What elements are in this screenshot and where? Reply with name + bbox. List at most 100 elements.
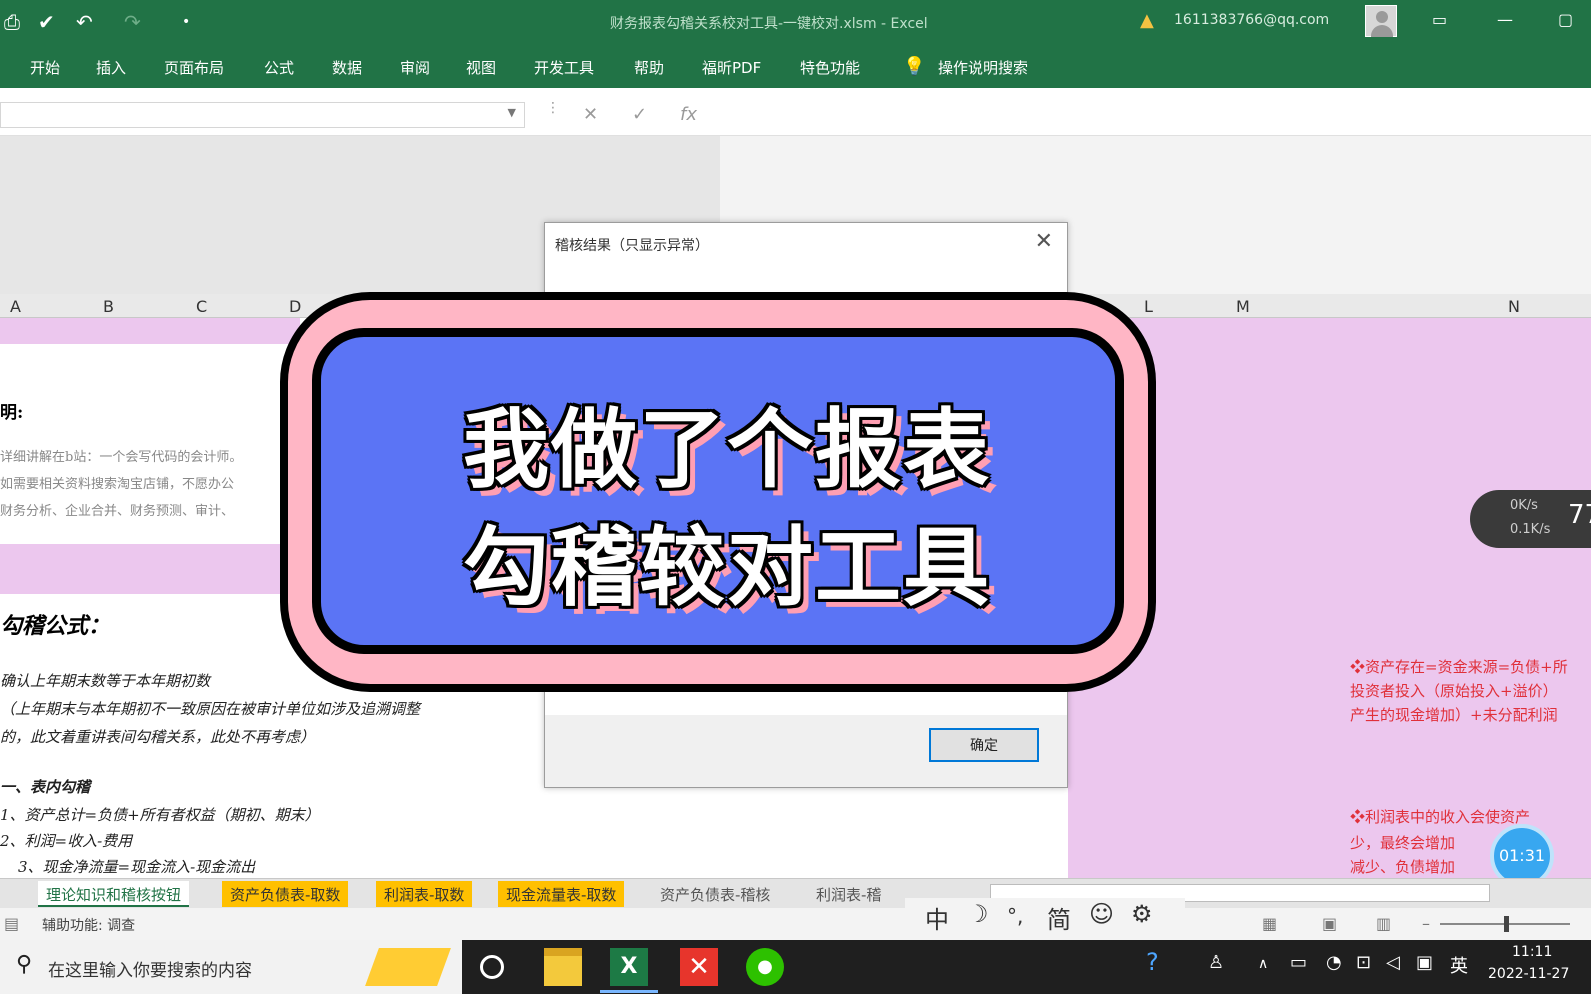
intro-heading: 明: bbox=[0, 403, 24, 423]
note-red-line: 少，最终会增加 bbox=[1350, 834, 1456, 852]
tab-formulas[interactable]: 公式 bbox=[264, 57, 294, 78]
moon-icon[interactable]: ☽ bbox=[967, 900, 989, 928]
excel-icon[interactable]: X bbox=[610, 948, 648, 986]
formula-note-line: 确认上年期末数等于本年期初数 bbox=[0, 672, 211, 690]
banner: 我做了个报表 勾稽较对工具 bbox=[312, 328, 1124, 654]
window-title: 财务报表勾稽关系校对工具-一键校对.xlsm - Excel bbox=[610, 16, 928, 32]
network-icon[interactable]: ◔ bbox=[1326, 952, 1342, 973]
help-icon[interactable]: ? bbox=[1146, 948, 1159, 976]
dialog-footer: 确定 bbox=[545, 715, 1067, 787]
lightbulb-icon[interactable]: 💡 bbox=[903, 56, 925, 77]
tab-home[interactable]: 开始 bbox=[30, 57, 60, 78]
tab-foxit-pdf[interactable]: 福昕PDF bbox=[702, 57, 761, 78]
banner-line-1: 我做了个报表 bbox=[463, 400, 991, 500]
ime-chinese[interactable]: 中 bbox=[925, 900, 949, 935]
zoom-out-icon[interactable]: – bbox=[1422, 914, 1430, 933]
formula-note-line: 一、表内勾稽 bbox=[0, 778, 91, 796]
column-header-m[interactable]: M bbox=[1236, 297, 1250, 316]
note-red-line: 产生的现金增加）+未分配利润 bbox=[1350, 706, 1558, 724]
column-header-d[interactable]: D bbox=[289, 297, 301, 316]
punctuation-icon[interactable]: °, bbox=[1007, 904, 1023, 928]
normal-view-icon[interactable]: ▦ bbox=[1262, 914, 1277, 933]
more-icon: ⋮ bbox=[546, 100, 560, 116]
wechat-icon[interactable]: ● bbox=[746, 948, 784, 986]
tab-view[interactable]: 视图 bbox=[466, 57, 496, 78]
intro-line: 如需要相关资料搜索淘宝店铺，不愿办公 bbox=[0, 477, 235, 492]
restore-button[interactable]: ▢ bbox=[1558, 10, 1573, 29]
network-speed-widget[interactable]: 0K/s 0.1K/s 77 bbox=[1470, 490, 1591, 548]
language-indicator[interactable]: 英 bbox=[1450, 952, 1468, 978]
cancel-icon[interactable]: ✕ bbox=[583, 104, 598, 125]
tab-help[interactable]: 帮助 bbox=[634, 57, 664, 78]
input-method-icon[interactable]: ▣ bbox=[1416, 952, 1433, 973]
ribbon-tabs: 开始 插入 页面布局 公式 数据 审阅 视图 开发工具 帮助 福昕PDF 特色功… bbox=[0, 46, 1591, 88]
search-input[interactable]: 在这里输入你要搜索的内容 bbox=[48, 956, 252, 981]
note-red-line: 减少、负债增加 bbox=[1350, 858, 1456, 876]
sheet-tab-theory[interactable]: 理论知识和稽核按钮 bbox=[38, 881, 190, 907]
macro-record-icon[interactable]: ▤ bbox=[4, 914, 19, 933]
sheet-tab-balance-audit[interactable]: 资产负债表-稽核 bbox=[652, 881, 778, 907]
sheet-tab-income-audit[interactable]: 利润表-稽 bbox=[808, 881, 889, 907]
accessibility-status[interactable]: 辅助功能: 调查 bbox=[42, 915, 135, 935]
x-app-icon[interactable]: ✕ bbox=[680, 948, 718, 986]
tell-me-search[interactable]: 操作说明搜索 bbox=[938, 57, 1028, 78]
ime-toolbar: 中 ☽ °, 简 ☺ ⚙ bbox=[905, 898, 1185, 936]
column-header-n[interactable]: N bbox=[1508, 297, 1520, 316]
name-box[interactable]: ▼ bbox=[0, 102, 525, 128]
lock-icon[interactable]: ⊡ bbox=[1356, 952, 1371, 973]
volume-icon[interactable]: ◁ bbox=[1386, 952, 1400, 973]
clock-time[interactable]: 11:11 bbox=[1512, 944, 1552, 960]
ribbon-display-options-icon[interactable]: ▭ bbox=[1432, 10, 1447, 29]
column-header-c[interactable]: C bbox=[196, 297, 207, 316]
tab-developer[interactable]: 开发工具 bbox=[534, 57, 594, 78]
zoom-slider-thumb[interactable] bbox=[1504, 916, 1509, 932]
formula-heading: 勾稽公式： bbox=[0, 613, 111, 639]
tab-review[interactable]: 审阅 bbox=[400, 57, 430, 78]
redo-icon[interactable]: ↷ bbox=[124, 10, 141, 34]
banner-line-2: 勾稽较对工具 bbox=[463, 518, 991, 618]
page-break-view-icon[interactable]: ▥ bbox=[1376, 914, 1391, 933]
print-preview-icon[interactable]: ⎙ bbox=[4, 10, 20, 34]
column-header-b[interactable]: B bbox=[103, 297, 114, 316]
people-icon[interactable]: ♙ bbox=[1208, 952, 1224, 973]
sheet-tab-cashflow-fetch[interactable]: 现金流量表-取数 bbox=[498, 881, 625, 907]
chevron-down-icon[interactable]: ▼ bbox=[508, 106, 516, 119]
ok-button[interactable]: 确定 bbox=[929, 728, 1039, 762]
sheet-tab-income-fetch[interactable]: 利润表-取数 bbox=[376, 881, 473, 907]
search-highlight-art bbox=[365, 948, 451, 986]
emoji-icon[interactable]: ☺ bbox=[1089, 900, 1114, 928]
file-explorer-icon[interactable] bbox=[544, 948, 582, 986]
pink-band bbox=[0, 544, 300, 594]
battery-icon[interactable]: ▭ bbox=[1290, 952, 1307, 973]
save-icon[interactable]: ✔ bbox=[38, 10, 55, 34]
download-speed: 0K/s bbox=[1510, 498, 1538, 513]
tab-insert[interactable]: 插入 bbox=[96, 57, 126, 78]
taskbar-search[interactable]: ⚲ 在这里输入你要搜索的内容 bbox=[0, 940, 462, 994]
clock-date[interactable]: 2022-11-27 bbox=[1488, 966, 1569, 982]
task-view-icon[interactable] bbox=[480, 955, 504, 979]
formula-note-line: 3、现金净流量=现金流入-现金流出 bbox=[18, 858, 256, 876]
avatar[interactable] bbox=[1365, 5, 1397, 37]
close-icon[interactable]: ✕ bbox=[1035, 229, 1053, 254]
column-header-a[interactable]: A bbox=[10, 297, 21, 316]
enter-icon[interactable]: ✓ bbox=[632, 104, 647, 125]
insert-function-icon[interactable]: fx bbox=[680, 104, 697, 125]
ime-simplified[interactable]: 简 bbox=[1047, 900, 1071, 935]
column-header-l[interactable]: L bbox=[1144, 297, 1153, 316]
note-red-line: ❖资产存在=资金来源=负债+所 bbox=[1350, 658, 1568, 676]
formula-note-line: （上年期末与本年期初不一致原因在被审计单位如涉及追溯调整 bbox=[0, 700, 421, 718]
minimize-button[interactable]: — bbox=[1497, 10, 1513, 29]
tab-data[interactable]: 数据 bbox=[332, 57, 362, 78]
tab-page-layout[interactable]: 页面布局 bbox=[164, 57, 224, 78]
account-email[interactable]: 1611383766@qq.com bbox=[1174, 12, 1329, 28]
upload-speed: 0.1K/s bbox=[1510, 522, 1551, 537]
warning-icon[interactable]: ▲ bbox=[1140, 10, 1154, 31]
sheet-tab-balance-fetch[interactable]: 资产负债表-取数 bbox=[222, 881, 349, 907]
intro-line: 详细讲解在b站：一个会写代码的会计师。 bbox=[0, 450, 243, 465]
undo-icon[interactable]: ↶ bbox=[76, 10, 93, 34]
tab-special-features[interactable]: 特色功能 bbox=[800, 57, 860, 78]
tray-expand-icon[interactable]: ∧ bbox=[1258, 956, 1268, 972]
gear-icon[interactable]: ⚙ bbox=[1131, 900, 1153, 928]
page-layout-view-icon[interactable]: ▣ bbox=[1322, 914, 1337, 933]
customize-quick-access-icon[interactable]: • bbox=[182, 14, 190, 30]
